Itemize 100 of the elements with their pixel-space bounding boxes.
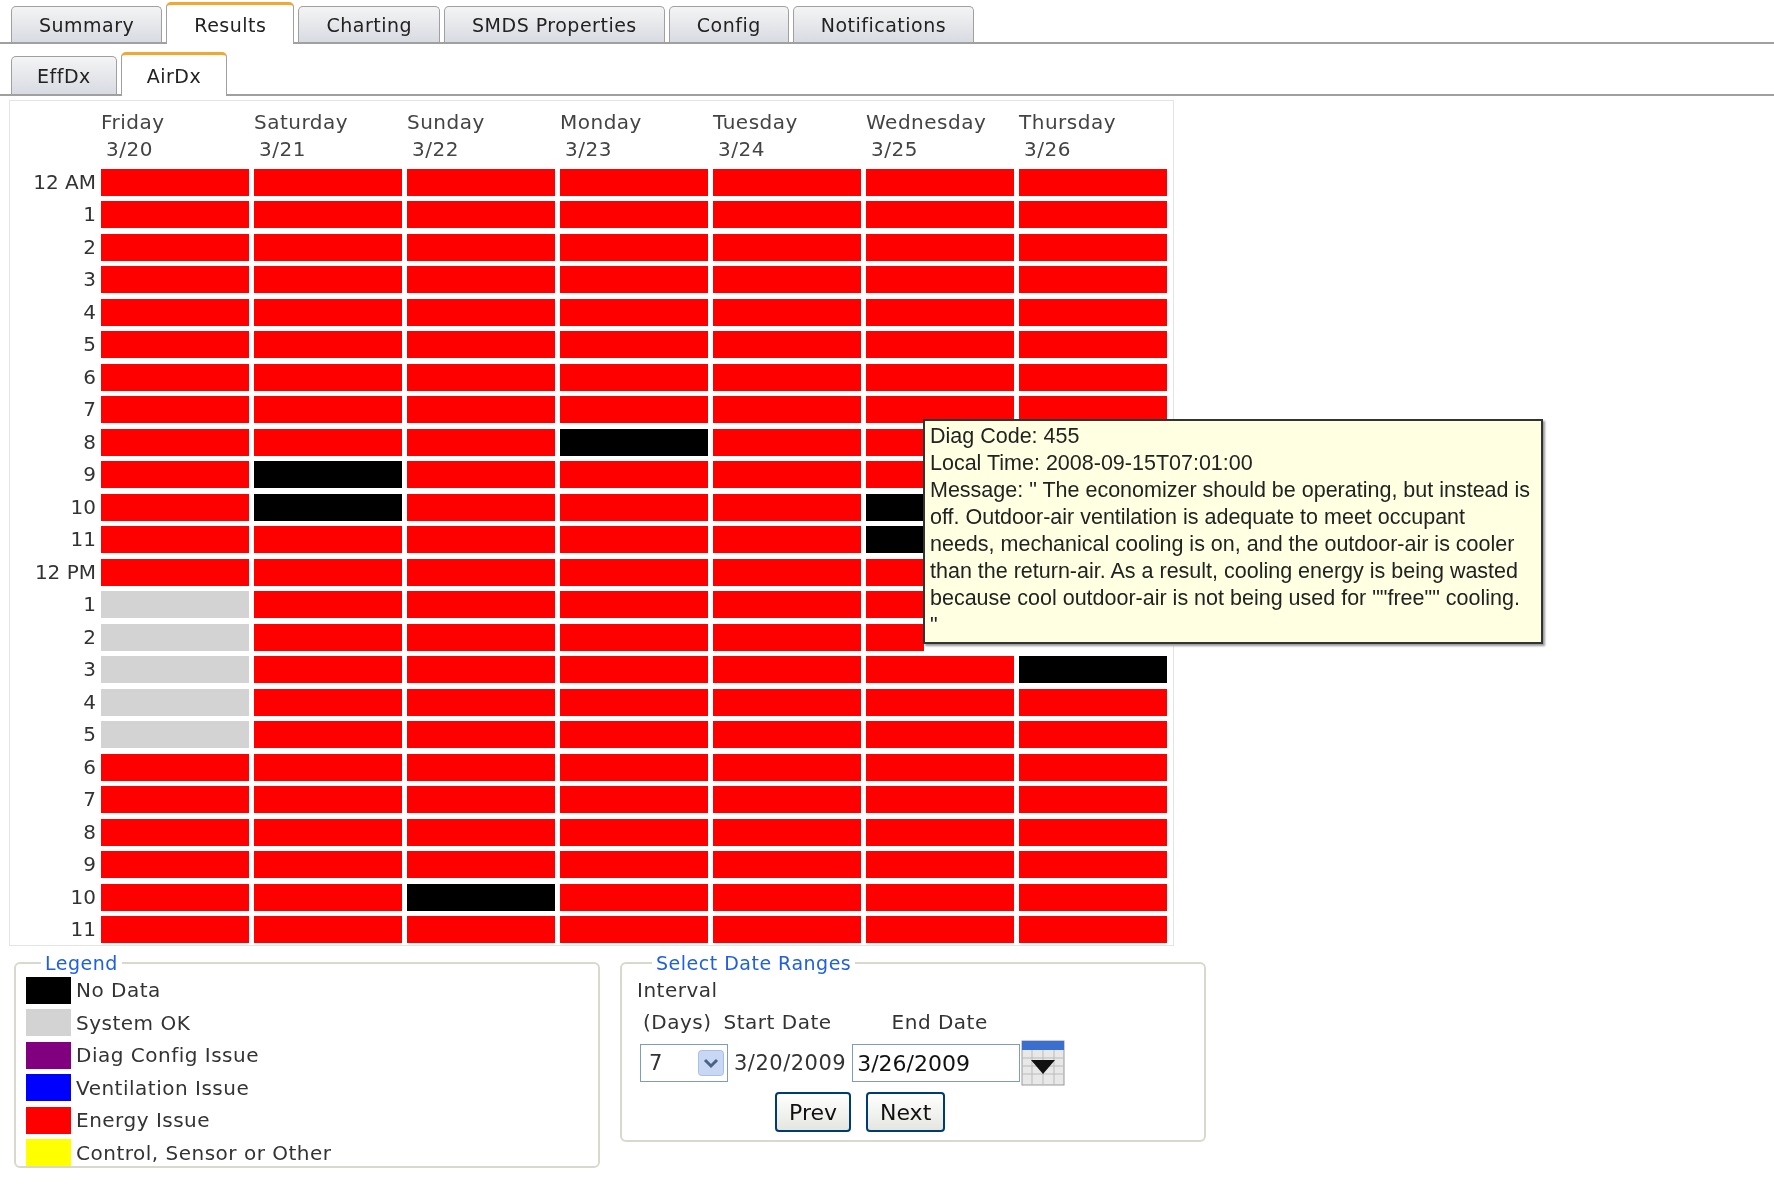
status-cell[interactable] (713, 558, 861, 586)
status-cell[interactable] (407, 916, 555, 943)
status-cell[interactable] (1019, 201, 1167, 228)
status-cell[interactable] (560, 233, 708, 261)
status-cell[interactable] (407, 883, 555, 911)
status-cell[interactable] (713, 266, 861, 293)
status-cell[interactable] (101, 786, 249, 813)
subtab[interactable]: AirDx (120, 52, 228, 96)
status-cell[interactable] (713, 623, 861, 651)
status-cell[interactable] (1019, 753, 1167, 781)
status-cell[interactable] (560, 298, 708, 326)
tab[interactable]: Summary (11, 6, 163, 42)
status-cell[interactable] (407, 558, 555, 586)
status-cell[interactable] (254, 916, 402, 943)
status-cell[interactable] (407, 331, 555, 358)
status-cell[interactable] (713, 363, 861, 391)
status-cell[interactable] (560, 331, 708, 358)
status-cell[interactable] (1019, 656, 1167, 683)
status-cell[interactable] (101, 331, 249, 358)
status-cell[interactable] (1019, 363, 1167, 391)
status-cell[interactable] (254, 396, 402, 423)
status-cell[interactable] (713, 851, 861, 878)
status-cell[interactable] (866, 298, 1014, 326)
status-cell[interactable] (1019, 168, 1167, 196)
status-cell[interactable] (101, 656, 249, 683)
status-cell[interactable] (866, 331, 1014, 358)
status-cell[interactable] (101, 526, 249, 553)
status-cell[interactable] (407, 396, 555, 423)
status-cell[interactable] (407, 688, 555, 716)
status-cell[interactable] (1019, 266, 1167, 293)
status-cell[interactable] (1019, 331, 1167, 358)
status-cell[interactable] (560, 396, 708, 423)
status-cell[interactable] (254, 656, 402, 683)
status-cell[interactable] (713, 493, 861, 521)
status-cell[interactable] (254, 461, 402, 488)
status-cell[interactable] (1019, 883, 1167, 911)
status-cell[interactable] (866, 266, 1014, 293)
status-cell[interactable] (407, 266, 555, 293)
status-cell[interactable] (101, 298, 249, 326)
status-cell[interactable] (560, 363, 708, 391)
status-cell[interactable] (101, 461, 249, 488)
status-cell[interactable] (560, 266, 708, 293)
status-cell[interactable] (560, 526, 708, 553)
status-cell[interactable] (1019, 851, 1167, 878)
status-cell[interactable] (407, 656, 555, 683)
status-cell[interactable] (407, 818, 555, 846)
status-cell[interactable] (713, 591, 861, 618)
tab[interactable]: Charting (298, 6, 441, 42)
status-cell[interactable] (254, 753, 402, 781)
status-cell[interactable] (254, 428, 402, 456)
status-cell[interactable] (254, 233, 402, 261)
status-cell[interactable] (407, 201, 555, 228)
status-cell[interactable] (101, 591, 249, 618)
status-cell[interactable] (866, 786, 1014, 813)
status-cell[interactable] (101, 851, 249, 878)
status-cell[interactable] (866, 851, 1014, 878)
status-cell[interactable] (713, 331, 861, 358)
status-cell[interactable] (254, 526, 402, 553)
status-cell[interactable] (866, 168, 1014, 196)
calendar-icon[interactable] (1021, 1040, 1066, 1086)
status-cell[interactable] (560, 168, 708, 196)
status-cell[interactable] (407, 428, 555, 456)
status-cell[interactable] (254, 818, 402, 846)
status-cell[interactable] (713, 396, 861, 423)
status-cell[interactable] (1019, 233, 1167, 261)
status-cell[interactable] (866, 818, 1014, 846)
status-cell[interactable] (866, 461, 924, 488)
status-cell[interactable] (713, 656, 861, 683)
status-cell[interactable] (101, 916, 249, 943)
status-cell[interactable] (713, 753, 861, 781)
status-cell[interactable] (560, 851, 708, 878)
status-cell[interactable] (866, 201, 1014, 228)
status-cell[interactable] (407, 786, 555, 813)
status-cell[interactable] (560, 818, 708, 846)
status-cell[interactable] (713, 883, 861, 911)
status-cell[interactable] (866, 233, 1014, 261)
status-cell[interactable] (560, 428, 708, 456)
status-cell[interactable] (1019, 298, 1167, 326)
status-cell[interactable] (101, 396, 249, 423)
status-cell[interactable] (560, 916, 708, 943)
status-cell[interactable] (101, 883, 249, 911)
status-cell[interactable] (254, 688, 402, 716)
status-cell[interactable] (101, 266, 249, 293)
status-cell[interactable] (407, 493, 555, 521)
status-cell[interactable] (101, 363, 249, 391)
status-cell[interactable] (254, 591, 402, 618)
tab[interactable]: Notifications (792, 6, 975, 42)
status-cell[interactable] (407, 526, 555, 553)
status-cell[interactable] (713, 428, 861, 456)
status-cell[interactable] (254, 363, 402, 391)
status-cell[interactable] (254, 331, 402, 358)
status-cell[interactable] (866, 623, 924, 651)
status-cell[interactable] (101, 493, 249, 521)
status-cell[interactable] (560, 493, 708, 521)
status-cell[interactable] (407, 298, 555, 326)
status-cell[interactable] (713, 461, 861, 488)
status-cell[interactable] (713, 688, 861, 716)
status-cell[interactable] (866, 591, 924, 618)
status-cell[interactable] (101, 201, 249, 228)
status-cell[interactable] (254, 786, 402, 813)
